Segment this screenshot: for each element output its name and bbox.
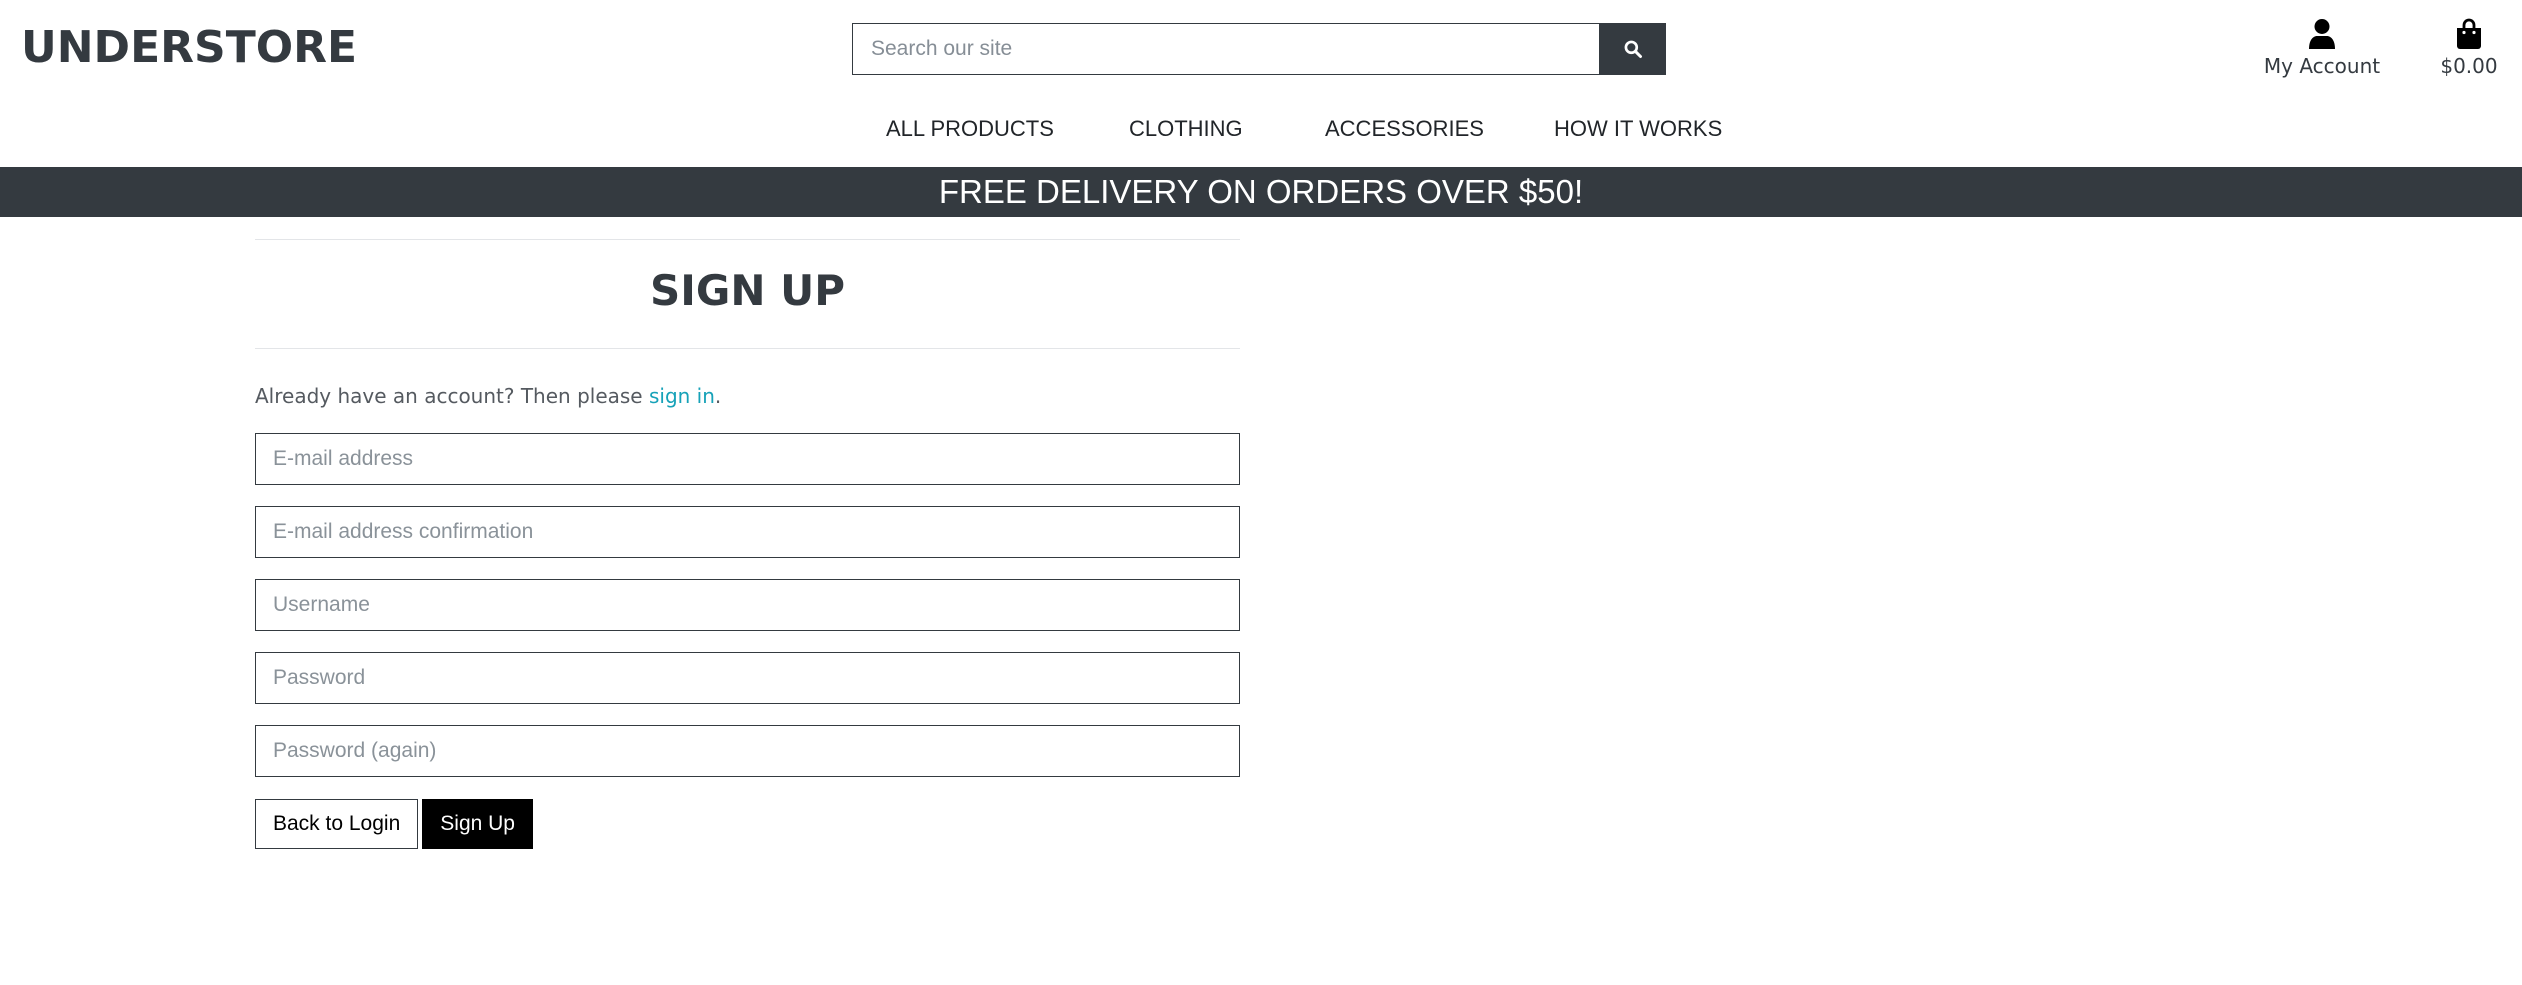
cart-total: $0.00 bbox=[2440, 54, 2498, 78]
signup-form: Back to Login Sign Up bbox=[255, 433, 1240, 849]
password-again-field[interactable] bbox=[255, 725, 1240, 777]
site-header: UNDERSTORE My Account $0.00 ALL PRODUCTS… bbox=[0, 0, 2522, 167]
user-icon bbox=[2309, 19, 2335, 49]
main-nav: ALL PRODUCTS CLOTHING ACCESSORIES HOW IT… bbox=[0, 112, 2522, 146]
signin-link[interactable]: sign in bbox=[649, 384, 715, 408]
signup-section: SIGN UP Already have an account? Then pl… bbox=[255, 217, 1240, 849]
nav-how-it-works[interactable]: HOW IT WORKS bbox=[1554, 112, 1722, 146]
username-field[interactable] bbox=[255, 579, 1240, 631]
shopping-bag-icon bbox=[2457, 18, 2481, 49]
form-actions: Back to Login Sign Up bbox=[255, 799, 1240, 849]
nav-all-products[interactable]: ALL PRODUCTS bbox=[886, 112, 1054, 146]
search-input[interactable] bbox=[852, 23, 1599, 75]
delivery-banner: FREE DELIVERY ON ORDERS OVER $50! bbox=[0, 167, 2522, 217]
signin-prompt-suffix: . bbox=[714, 384, 722, 408]
email-field[interactable] bbox=[255, 433, 1240, 485]
search-button[interactable] bbox=[1599, 23, 1666, 75]
brand-logo[interactable]: UNDERSTORE bbox=[21, 20, 357, 76]
my-account-label: My Account bbox=[2263, 54, 2381, 78]
divider-bottom bbox=[255, 348, 1240, 349]
email-confirm-field[interactable] bbox=[255, 506, 1240, 558]
search-icon bbox=[1624, 40, 1642, 58]
my-account-link[interactable]: My Account bbox=[2262, 18, 2382, 78]
cart-link[interactable]: $0.00 bbox=[2432, 18, 2506, 78]
page-title: SIGN UP bbox=[649, 266, 845, 315]
nav-accessories[interactable]: ACCESSORIES bbox=[1325, 112, 1484, 146]
back-to-login-button[interactable]: Back to Login bbox=[255, 799, 419, 849]
nav-clothing[interactable]: CLOTHING bbox=[1129, 112, 1243, 146]
search-form bbox=[852, 23, 1666, 75]
signin-prompt-text: Already have an account? Then please bbox=[255, 384, 649, 408]
password-field[interactable] bbox=[255, 652, 1240, 704]
sign-up-button[interactable]: Sign Up bbox=[422, 799, 533, 849]
signin-prompt: Already have an account? Then please sig… bbox=[255, 383, 1240, 409]
divider-top bbox=[255, 239, 1240, 240]
